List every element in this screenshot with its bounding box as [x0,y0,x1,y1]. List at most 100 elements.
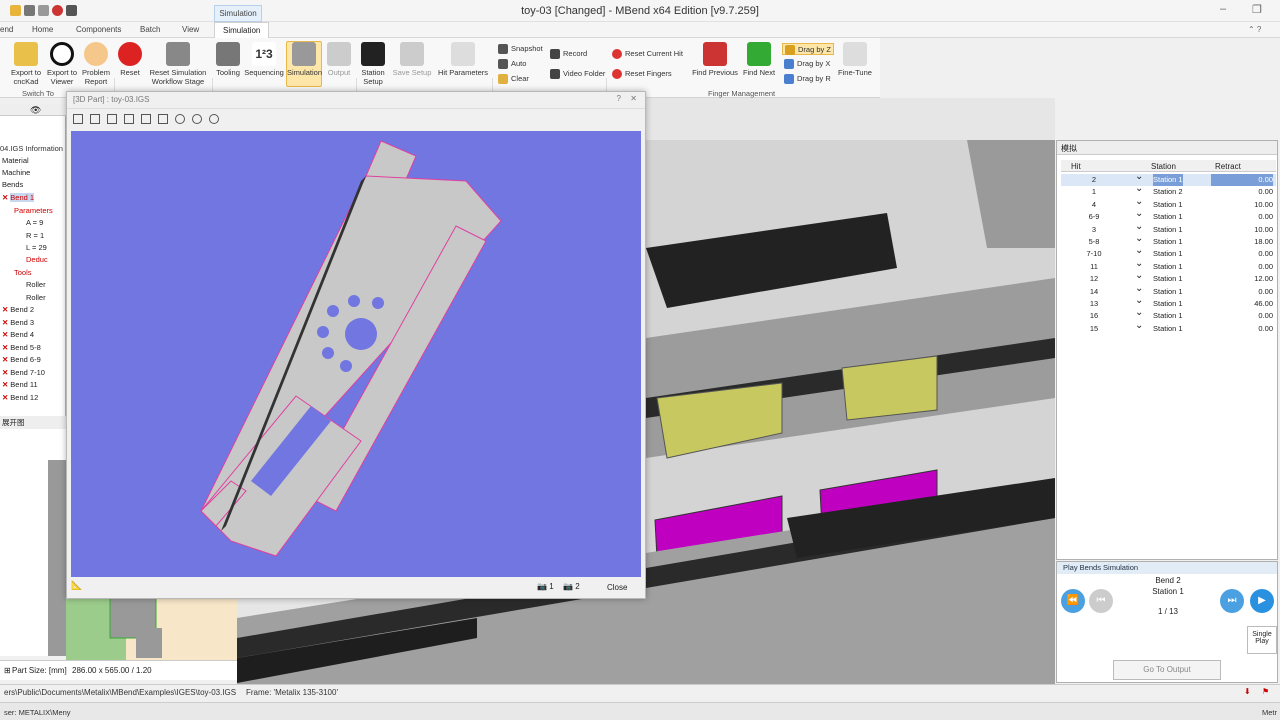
drag-by-x-button[interactable]: Drag by X [784,58,830,70]
export-viewer-button[interactable]: Export to Viewer [44,42,80,86]
tree-item[interactable]: ✕ Bend 1 [2,193,35,202]
table-row[interactable]: 6-9 Station 1 0.00 ⌄ [1061,208,1276,223]
view-back-icon[interactable] [90,114,100,124]
view-right-icon[interactable] [158,114,168,124]
tab-view[interactable]: View [182,25,199,34]
station-dropdown-icon[interactable]: ⌄ [1135,307,1143,319]
table-row[interactable]: 11 Station 1 0.00 ⌄ [1061,258,1276,273]
snapshot-button[interactable]: Snapshot [498,43,543,55]
station-dropdown-icon[interactable]: ⌄ [1135,320,1143,332]
tree-item[interactable]: ✕ Bend 11 [2,380,38,389]
go-to-output-button[interactable]: Go To Output [1113,660,1221,680]
auto-button[interactable]: Auto [498,58,526,70]
save-setup-button[interactable]: Save Setup [390,42,434,77]
hit-parameters-button[interactable]: Hit Parameters [436,42,490,77]
column-station[interactable]: Station [1151,162,1176,171]
tab-components[interactable]: Components [76,25,121,34]
sequencing-button[interactable]: 1²3 Sequencing [244,42,284,77]
tree-item[interactable]: Machine [2,168,30,177]
station-dropdown-icon[interactable]: ⌄ [1135,196,1143,208]
next-button[interactable]: ⏭ [1220,589,1244,613]
3d-part-canvas[interactable] [71,131,641,577]
tooling-button[interactable]: Tooling [214,42,242,77]
eye-icon[interactable]: 👁 [30,105,41,116]
station-dropdown-icon[interactable]: ⌄ [1135,245,1143,257]
tree-item[interactable]: Roller [26,280,46,289]
tree-item[interactable]: ✕ Bend 12 [2,393,38,402]
station-dropdown-icon[interactable]: ⌄ [1135,270,1143,282]
reset-button[interactable]: Reset [116,42,144,77]
record-button[interactable]: Record [550,48,587,60]
simulation-button[interactable]: Simulation [286,41,322,87]
tree-item[interactable]: Deduc [26,255,48,264]
tree-item[interactable]: A = 9 [26,218,43,227]
camera-2-button[interactable]: 📷 2 [563,582,580,591]
tree-item[interactable]: R = 1 [26,231,44,240]
problem-report-button[interactable]: Problem Report [80,42,112,86]
station-dropdown-icon[interactable]: ⌄ [1135,233,1143,245]
tree-item[interactable]: ✕ Bend 4 [2,330,34,339]
table-row[interactable]: 2 Station 1 0.00 ⌄ [1061,171,1276,187]
tree-item[interactable]: ✕ Bend 2 [2,305,34,314]
rotate-y-icon[interactable] [192,114,202,124]
station-dropdown-icon[interactable]: ⌄ [1135,295,1143,307]
single-play-button[interactable]: Single Play [1247,626,1277,654]
table-row[interactable]: 5-8 Station 1 18.00 ⌄ [1061,233,1276,248]
rotate-z-icon[interactable] [209,114,219,124]
view-left-icon[interactable] [141,114,151,124]
tab-home[interactable]: Home [32,25,53,34]
help-icon[interactable]: ? [617,94,621,103]
table-row[interactable]: 16 Station 1 0.00 ⌄ [1061,307,1276,322]
tree-item[interactable]: Parameters [14,206,53,215]
find-previous-button[interactable]: Find Previous [692,42,738,77]
reset-fingers-button[interactable]: Reset Fingers [612,68,672,80]
station-setup-button[interactable]: Station Setup [358,42,388,86]
reset-current-hit-button[interactable]: Reset Current Hit [612,48,683,60]
tree-item[interactable]: Tools [14,268,32,277]
drag-by-z-button[interactable]: Drag by Z [782,43,834,56]
station-dropdown-icon[interactable]: ⌄ [1135,171,1143,183]
view-top-icon[interactable] [107,114,117,124]
tree-item[interactable]: Roller [26,293,46,302]
tree-item[interactable]: Material [2,156,29,165]
table-row[interactable]: 3 Station 1 10.00 ⌄ [1061,221,1276,236]
tree-item[interactable]: ✕ Bend 6-9 [2,355,41,364]
view-front-icon[interactable] [73,114,83,124]
ruler-icon[interactable]: 📐 [71,580,82,591]
station-dropdown-icon[interactable]: ⌄ [1135,283,1143,295]
previous-button[interactable]: ⏮ [1089,589,1113,613]
rewind-button[interactable]: ⏪ [1061,589,1085,613]
minimize-icon[interactable]: – [1220,3,1226,15]
station-dropdown-icon[interactable]: ⌄ [1135,258,1143,270]
view-bottom-icon[interactable] [124,114,134,124]
tab-simulation[interactable]: Simulation [214,22,270,39]
table-row[interactable]: 1 Station 2 0.00 ⌄ [1061,183,1276,198]
station-dropdown-icon[interactable]: ⌄ [1135,183,1143,195]
export-cnckad-button[interactable]: Export to cncKad [8,42,44,86]
tree-item[interactable]: ✕ Bend 3 [2,318,34,327]
table-row[interactable]: 14 Station 1 0.00 ⌄ [1061,283,1276,298]
drag-by-r-button[interactable]: Drag by R [784,73,831,85]
column-hit[interactable]: Hit [1071,162,1081,171]
flat-pattern-view[interactable] [66,597,237,660]
restore-icon[interactable]: ❐ [1252,3,1262,16]
close-button[interactable]: Close [607,583,627,592]
output-button[interactable]: Output [324,42,354,77]
table-row[interactable]: 4 Station 1 10.00 ⌄ [1061,196,1276,211]
table-row[interactable]: 15 Station 1 0.00 ⌄ [1061,320,1276,335]
video-folder-button[interactable]: Video Folder [550,68,605,80]
tree-item[interactable]: L = 29 [26,243,47,252]
column-retract[interactable]: Retract [1215,162,1241,171]
reset-simulation-button[interactable]: Reset Simulation Workflow Stage [148,42,208,86]
find-next-button[interactable]: Find Next [740,42,778,77]
play-button[interactable]: ▶ [1250,589,1274,613]
tree-item[interactable]: Bends [2,180,23,189]
station-dropdown-icon[interactable]: ⌄ [1135,208,1143,220]
close-icon[interactable]: ✕ [630,94,637,103]
tab-batch[interactable]: Batch [140,25,160,34]
table-row[interactable]: 13 Station 1 46.00 ⌄ [1061,295,1276,310]
tree-item[interactable]: ✕ Bend 7-10 [2,368,45,377]
clear-button[interactable]: Clear [498,73,529,85]
camera-1-button[interactable]: 📷 1 [537,582,554,591]
table-row[interactable]: 7-10 Station 1 0.00 ⌄ [1061,245,1276,260]
